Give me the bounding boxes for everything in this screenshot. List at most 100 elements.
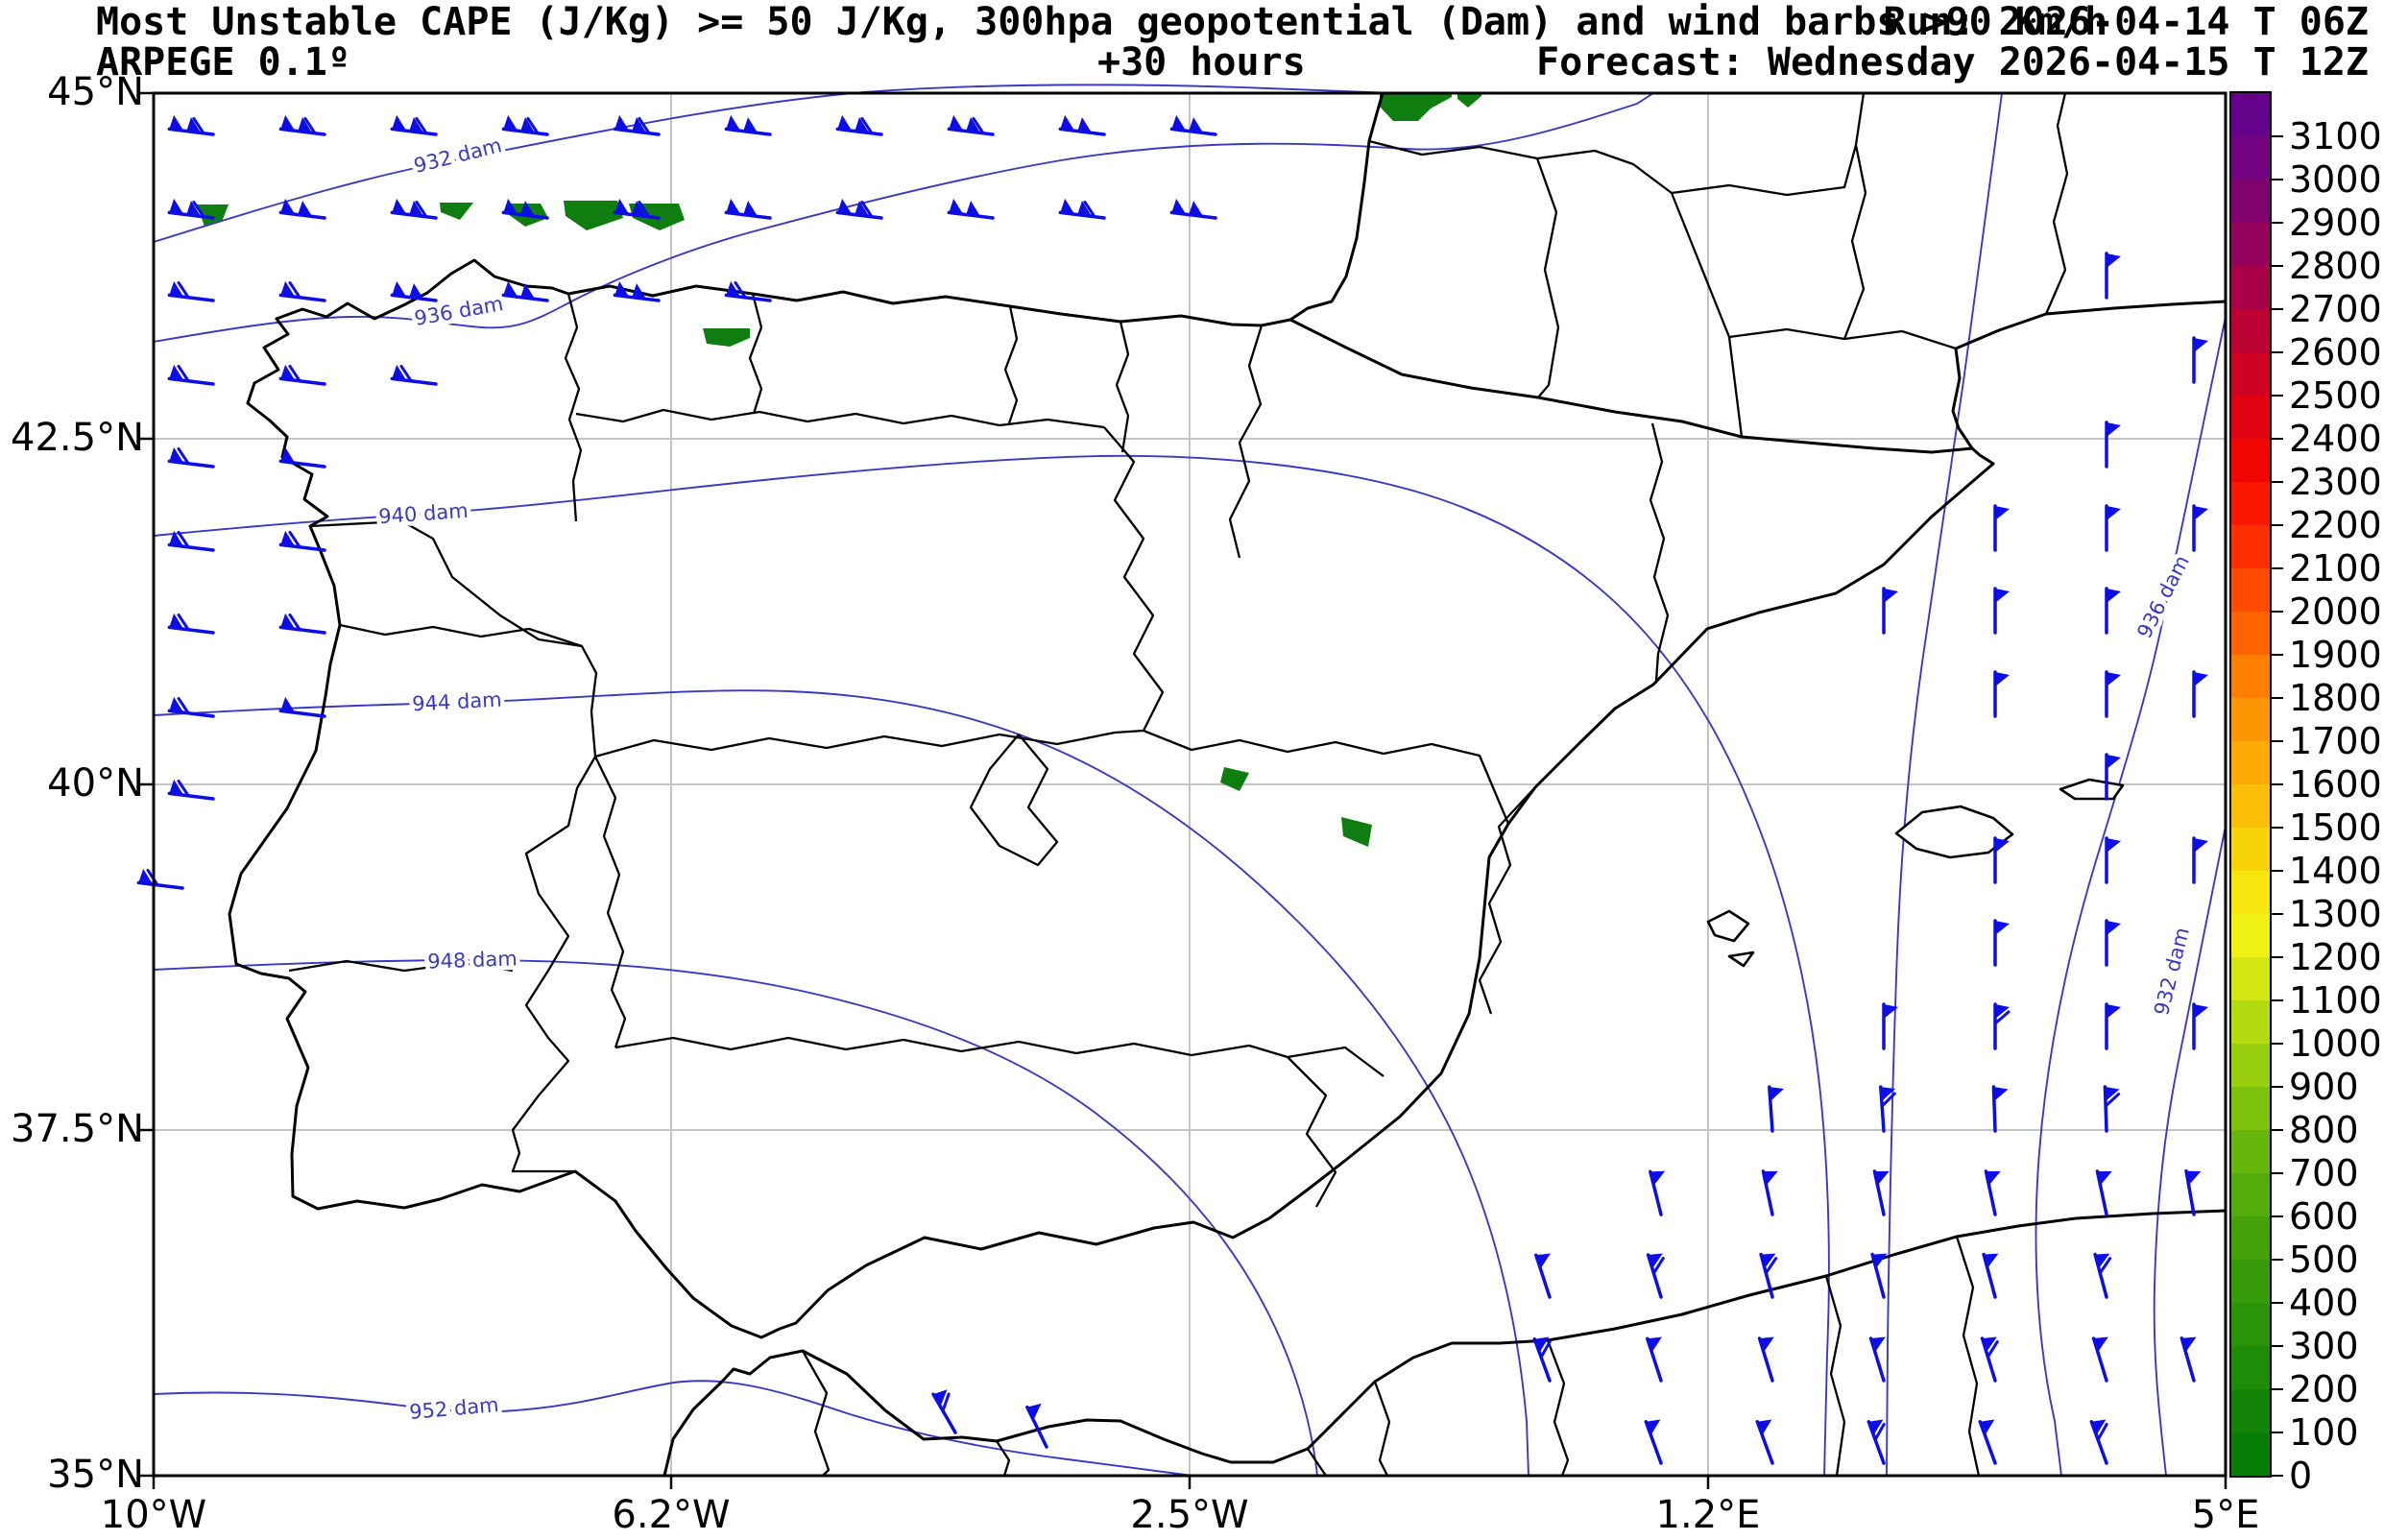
colorbar-tick-label: 900 <box>2289 1066 2359 1108</box>
colorbar-tick-label: 300 <box>2289 1325 2359 1367</box>
colorbar-tick-label: 3000 <box>2289 158 2382 201</box>
contour-label: 932 dam <box>412 133 504 178</box>
admin-border <box>309 519 598 1173</box>
cape-area <box>1457 93 1481 108</box>
colorbar-tick-label: 1700 <box>2289 720 2382 762</box>
wind-barb <box>278 280 326 302</box>
colorbar-tick-label: 2400 <box>2289 418 2382 460</box>
wind-barb <box>2089 1419 2108 1465</box>
colorbar-segment <box>2231 1087 2270 1130</box>
wind-barb <box>167 446 215 469</box>
wind-barb <box>1761 1169 1778 1216</box>
wind-barb <box>2105 670 2121 718</box>
contour-label: 948 dam <box>427 947 518 973</box>
cape-area <box>1341 817 1372 847</box>
wind-barb <box>613 280 661 302</box>
wind-barb <box>1755 1419 1774 1465</box>
wind-barb <box>2179 1336 2197 1383</box>
wind-barb <box>2192 670 2208 718</box>
wind-barb <box>2093 1252 2112 1299</box>
wind-barb <box>278 446 326 469</box>
island-outline <box>1706 909 1750 943</box>
colorbar-tick-label: 200 <box>2289 1368 2359 1410</box>
colorbar-segment <box>2231 439 2270 482</box>
colorbar-segment <box>2231 1173 2270 1216</box>
contour-label: 936 dam <box>2132 551 2194 641</box>
wind-barb <box>2105 252 2121 300</box>
colorbar-tick-label: 1500 <box>2289 806 2382 849</box>
y-axis-label: 45°N <box>47 70 144 114</box>
wind-barb <box>931 1389 957 1434</box>
colorbar-tick-label: 1600 <box>2289 763 2382 806</box>
colorbar-tick-label: 600 <box>2289 1195 2359 1238</box>
colorbar-tick-label: 1200 <box>2289 936 2382 978</box>
wind-barb <box>835 114 883 136</box>
wind-barb <box>1993 1002 2011 1050</box>
contour-label: 940 dam <box>377 499 469 528</box>
wind-barb <box>2105 587 2121 635</box>
wind-barb <box>1984 1169 2001 1216</box>
wind-barb <box>167 364 215 386</box>
cape-area <box>440 203 473 220</box>
admin-border <box>1546 1339 1570 1477</box>
wind-barb <box>947 198 995 220</box>
wind-barb <box>2184 1168 2202 1216</box>
colorbar-tick-label: 1000 <box>2289 1023 2382 1065</box>
colorbar-tick-label: 2800 <box>2289 245 2382 287</box>
colorbar-tick-label: 700 <box>2289 1152 2359 1194</box>
wind-barb <box>501 114 549 136</box>
admin-border <box>1003 305 1019 424</box>
admin-border <box>1368 139 1744 438</box>
cape-area <box>703 328 750 347</box>
wind-barb <box>278 613 326 635</box>
colorbar-tick-label: 800 <box>2289 1109 2359 1151</box>
colorbar-segment <box>2231 1389 2270 1432</box>
wind-barb <box>2105 504 2121 552</box>
wind-barb <box>501 280 549 302</box>
colorbar-segment <box>2231 223 2270 266</box>
admin-border <box>575 408 1105 429</box>
colorbar-segment <box>2231 612 2270 655</box>
colorbar-segment <box>2231 352 2270 396</box>
wind-barb <box>136 868 184 890</box>
wind-barb <box>1768 1085 1784 1133</box>
admin-border <box>593 756 627 1048</box>
wind-barb <box>2105 1002 2121 1050</box>
colorbar-segment <box>2231 1216 2270 1260</box>
wind-barb <box>1534 1253 1552 1299</box>
admin-border <box>339 623 583 648</box>
colorbar-tick-label: 2700 <box>2289 288 2382 330</box>
admin-border <box>996 1440 1011 1477</box>
wind-barb <box>613 114 661 136</box>
wind-barb <box>2105 919 2121 967</box>
admin-border <box>1228 325 1264 559</box>
admin-border <box>1103 426 1165 732</box>
colorbar <box>2229 91 2272 1478</box>
colorbar-tick-label: 2000 <box>2289 590 2382 633</box>
admin-border <box>969 734 1059 867</box>
admin-border <box>564 293 583 522</box>
wind-barb <box>278 364 326 386</box>
cape-area <box>564 201 623 230</box>
x-axis-label: 5°E <box>2191 1493 2260 1537</box>
colorbar-segment <box>2231 871 2270 914</box>
admin-border <box>802 1350 831 1477</box>
x-axis-label: 2.5°W <box>1130 1493 1249 1537</box>
wind-barb <box>2192 504 2208 552</box>
wind-barb <box>2105 421 2121 469</box>
wind-barb <box>1882 587 1898 635</box>
wind-barb <box>1872 1169 1890 1216</box>
admin-border <box>1115 321 1130 453</box>
colorbar-segment <box>2231 698 2270 741</box>
wind-barb <box>2192 836 2208 884</box>
coastline <box>1288 318 1974 454</box>
geopotential-contour <box>2035 316 2227 1477</box>
colorbar-segment <box>2231 1346 2270 1389</box>
geopotential-contour <box>2153 825 2227 1477</box>
colorbar-tick-label: 2900 <box>2289 202 2382 244</box>
admin-border <box>1842 92 1867 340</box>
wind-barb <box>1169 198 1217 220</box>
colorbar-segment <box>2231 1432 2270 1476</box>
colorbar-segment <box>2231 655 2270 698</box>
wind-barb <box>1532 1336 1552 1383</box>
